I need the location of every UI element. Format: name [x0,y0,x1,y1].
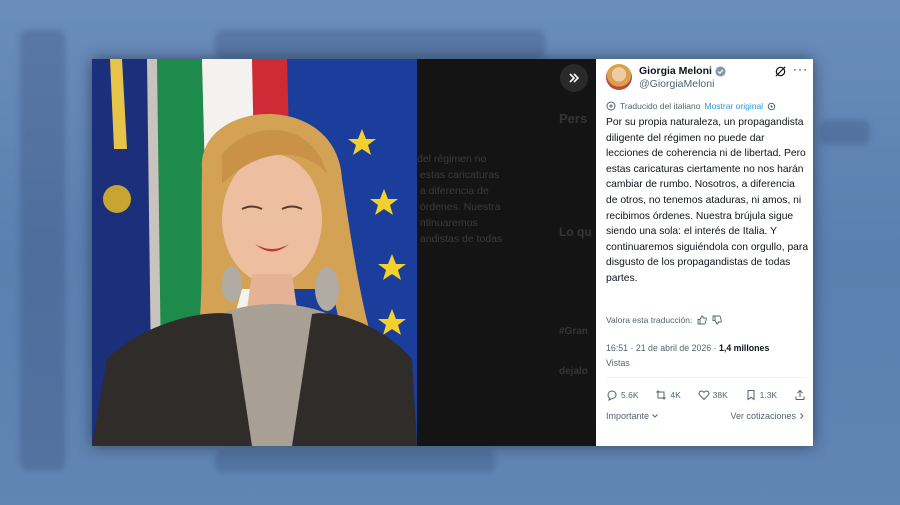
view-quotes-label: Ver cotizaciones [730,411,796,421]
author-name[interactable]: Giorgia Meloni [639,65,712,77]
share-button[interactable] [794,389,806,401]
tweet-text: Por su propia naturaleza, un propagandis… [606,117,809,284]
reply-icon [607,390,617,401]
relevance-dropdown[interactable]: Importante [606,411,659,421]
grok-icon[interactable] [774,65,787,78]
like-count: 38K [712,390,728,400]
more-options-icon[interactable]: ··· [793,62,808,76]
repost-count: 4K [670,390,681,400]
bookmark-button[interactable]: 1.3K [745,389,778,401]
repost-button[interactable]: 4K [655,389,681,401]
photo-illustration [92,59,417,446]
settings-gear-icon[interactable] [767,102,776,111]
ghost-section: Lo qu [559,225,592,239]
chevron-right-icon [800,413,804,419]
rate-translation: Valora esta traducción: [606,315,723,325]
translated-label: Traducido del italiano [620,101,701,111]
timestamp[interactable]: 16:51 · 21 de abril de 2026 · [606,343,717,353]
ghost-trend: dejalo [559,366,588,377]
tweet-photo[interactable] [92,59,417,446]
blurred-left-nav [20,30,65,470]
verified-badge-icon [715,65,726,77]
blurred-bottom-bar [215,450,495,472]
author-handle[interactable]: @GiorgiaMeloni [639,78,714,90]
views-count: 1,4 millones [718,343,770,353]
translation-notice: Traducido del italiano Mostrar original [606,101,776,111]
blurred-header [215,30,545,60]
author-name-row[interactable]: Giorgia Meloni [639,65,726,77]
rate-translation-label: Valora esta traducción: [606,315,693,325]
share-icon [795,389,805,400]
chevron-down-icon [652,414,658,418]
action-bar: 5.6K 4K 38K 1.3K [606,389,806,401]
repost-icon [656,390,667,400]
bookmark-count: 1.3K [759,390,778,400]
blurred-right-button [820,120,870,145]
views-label: Vistas [606,358,630,368]
tweet-meta: 16:51 · 21 de abril de 2026 · 1,4 millon… [606,341,811,371]
dimmed-timeline: del régimen no estas caricaturas a difer… [417,59,596,446]
media-viewer-modal: del régimen no estas caricaturas a difer… [92,59,813,446]
divider [606,377,806,378]
heart-icon [698,390,710,401]
ghost-hashtag: #Gran [559,326,588,337]
avatar[interactable] [606,64,632,90]
ghost-text: del régimen no estas caricaturas a difer… [417,153,503,245]
reply-button[interactable]: 5.6K [606,389,639,401]
show-original-link[interactable]: Mostrar original [704,101,763,111]
thumbs-up-icon[interactable] [697,315,708,325]
like-button[interactable]: 38K [698,389,728,401]
double-chevron-right-icon[interactable] [560,64,588,92]
relevance-label: Importante [606,411,650,421]
tweet-detail-panel: Giorgia Meloni @GiorgiaMeloni ··· Traduc… [596,59,813,446]
view-quotes-link[interactable]: Ver cotizaciones [730,411,806,421]
reply-sort-bar: Importante Ver cotizaciones [606,411,806,421]
thumbs-down-icon[interactable] [712,315,723,325]
bookmark-icon [747,390,755,401]
ghost-heading: Pers [559,111,588,126]
reply-count: 5.6K [621,390,639,400]
translate-icon [606,101,616,111]
